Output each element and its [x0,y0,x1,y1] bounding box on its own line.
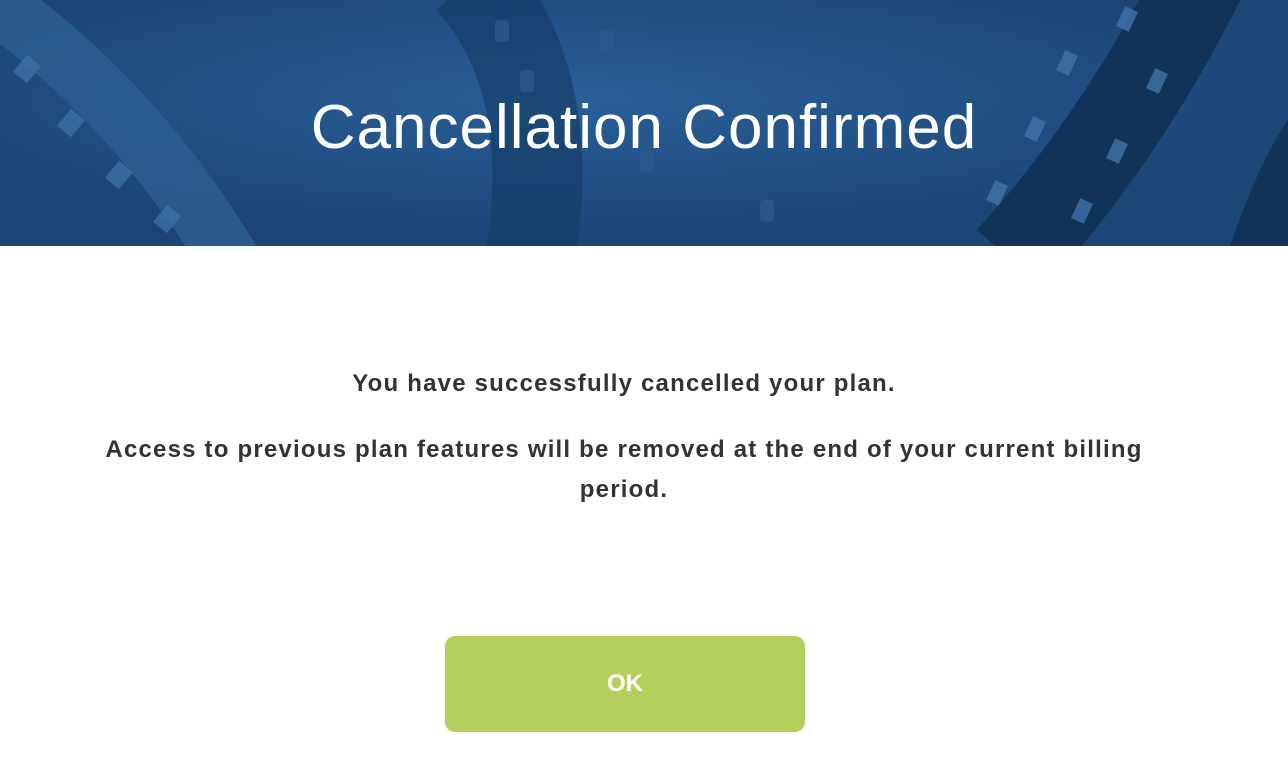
ok-button[interactable]: OK [445,636,805,732]
billing-notice: Access to previous plan features will be… [105,436,1143,503]
confirmation-message: You have successfully cancelled your pla… [352,370,896,397]
header-banner: Cancellation Confirmed [0,0,1288,246]
page-title: Cancellation Confirmed [310,93,978,162]
cancellation-page: Cancellation Confirmed You have successf… [0,0,1288,774]
